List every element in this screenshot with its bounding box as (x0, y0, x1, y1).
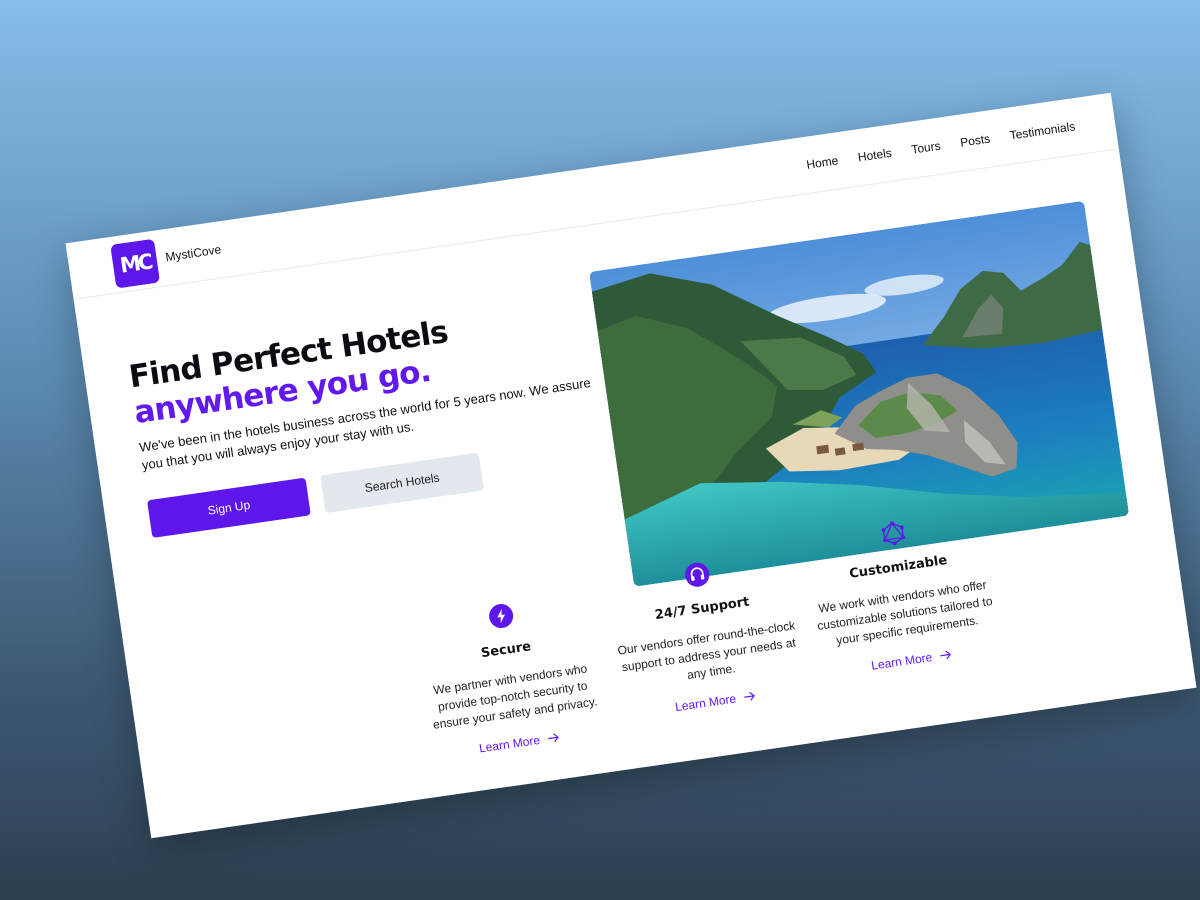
feature-secure: Secure We partner with vendors who provi… (400, 589, 619, 766)
learn-more-link[interactable]: Learn More (870, 647, 953, 673)
learn-more-link[interactable]: Learn More (674, 689, 757, 714)
feature-customizable: Customizable We work with vendors who of… (793, 506, 1012, 683)
feature-description: We work with vendors who offer customiza… (816, 577, 994, 648)
feature-description: Our vendors offer round-the-clock suppor… (616, 618, 797, 683)
nav-link-testimonials[interactable]: Testimonials (1009, 119, 1076, 142)
learn-more-label: Learn More (478, 732, 541, 756)
landing-page-screenshot: MC MystiCove Home Hotels Tours Posts Tes… (65, 92, 1197, 839)
search-hotels-button[interactable]: Search Hotels (320, 452, 485, 514)
sign-up-button[interactable]: Sign Up (147, 477, 311, 538)
arrow-right-icon (939, 649, 952, 661)
nav-link-tours[interactable]: Tours (910, 139, 941, 157)
nav-link-hotels[interactable]: Hotels (857, 146, 893, 165)
arrow-right-icon (547, 732, 560, 744)
brand-logo[interactable]: MC (110, 238, 161, 289)
learn-more-label: Learn More (870, 650, 934, 673)
headphones-icon (683, 560, 712, 589)
learn-more-label: Learn More (674, 691, 737, 715)
learn-more-link[interactable]: Learn More (478, 730, 561, 755)
brand-name[interactable]: MystiCove (165, 242, 222, 264)
nav-link-home[interactable]: Home (805, 153, 839, 171)
network-graph-icon (879, 519, 908, 548)
nav-link-posts[interactable]: Posts (959, 132, 991, 150)
feature-description: We partner with vendors who provide top-… (432, 661, 599, 732)
nav-links: Home Hotels Tours Posts Testimonials (805, 119, 1076, 172)
lightning-bolt-icon (486, 601, 515, 630)
feature-support: 24/7 Support Our vendors offer round-the… (596, 548, 815, 725)
arrow-right-icon (743, 691, 756, 703)
